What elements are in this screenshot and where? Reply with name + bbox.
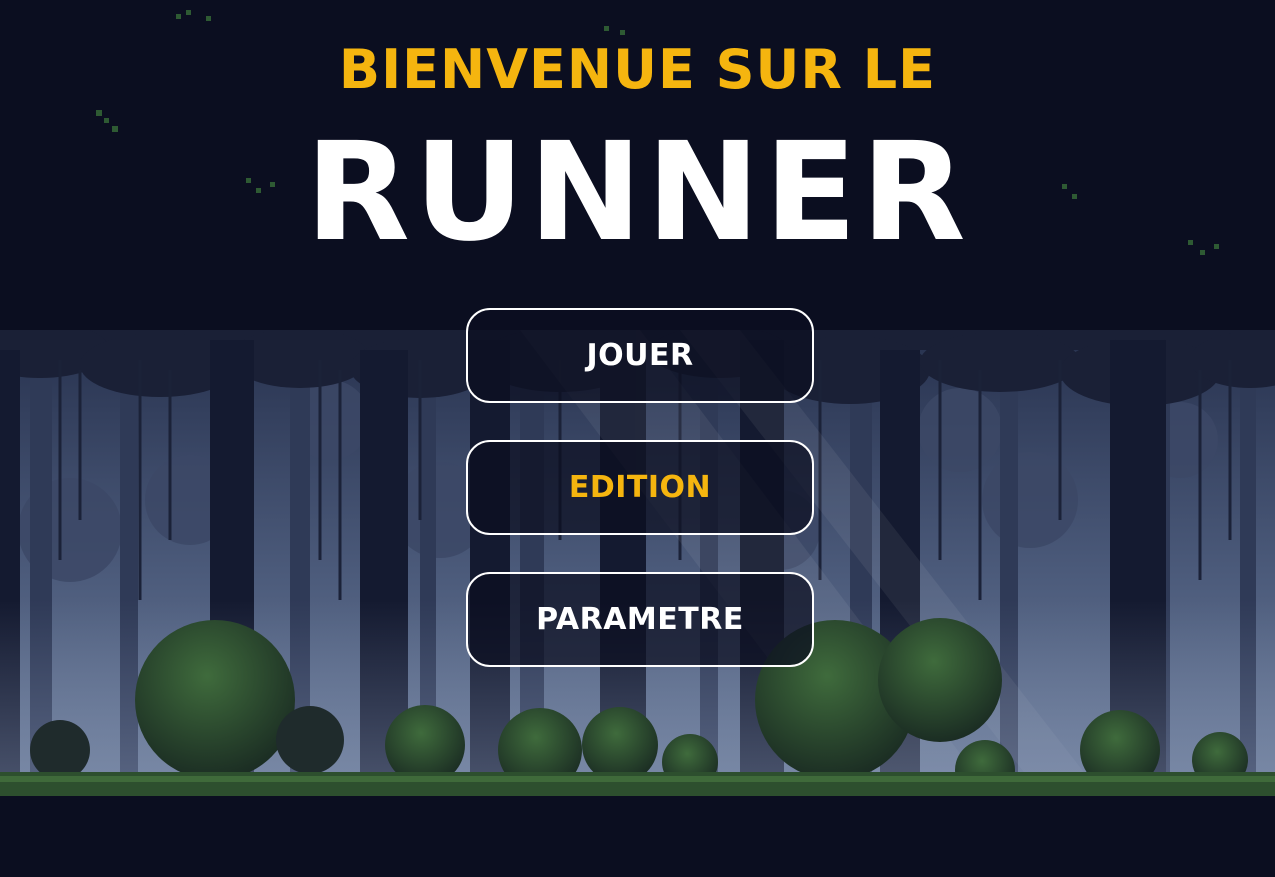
play-button[interactable]: JOUER [466,308,814,403]
settings-button-label: PARAMETRE [536,602,744,637]
welcome-heading: BIENVENUE SUR LE [338,38,937,101]
game-title: RUNNER [305,114,970,272]
main-menu-screen: BIENVENUE SUR LE RUNNER JOUER EDITION PA… [0,0,1275,877]
play-button-label: JOUER [586,338,694,373]
edition-button-label: EDITION [568,470,712,505]
settings-button[interactable]: PARAMETRE [466,572,814,667]
edition-button[interactable]: EDITION [466,440,814,535]
